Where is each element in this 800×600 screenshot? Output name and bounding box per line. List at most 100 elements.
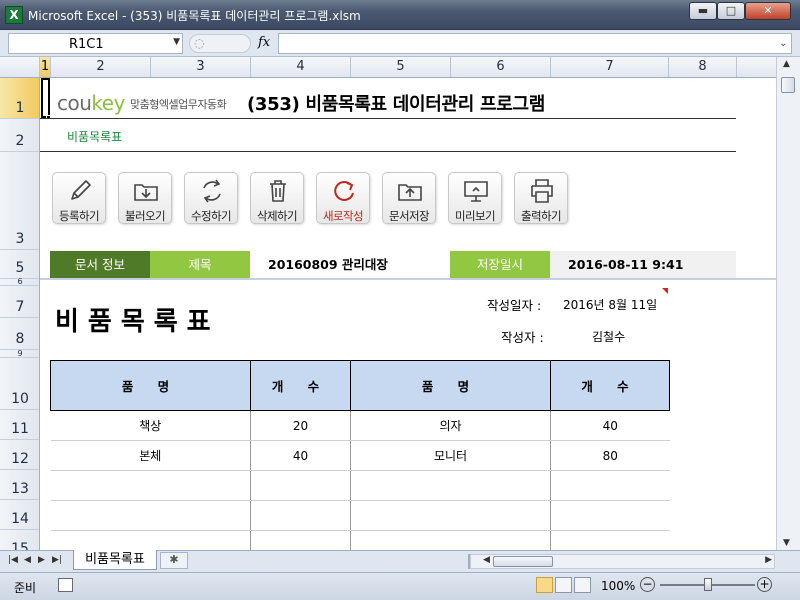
row-header[interactable]: 9 — [0, 349, 39, 358]
row-header[interactable]: 8 — [0, 318, 39, 350]
row-header[interactable]: 5 — [0, 250, 39, 279]
subject-value[interactable]: 20160809 관리대장 — [250, 251, 450, 278]
pencil-icon — [71, 180, 91, 200]
equipment-table: 품 명 개 수 품 명 개 수 책상 20 의자 40 본체 40 모니터 80 — [50, 360, 670, 550]
table-cell[interactable]: 모니터 — [350, 440, 551, 471]
formula-input[interactable] — [278, 33, 792, 54]
scroll-down-icon[interactable]: ▼ — [783, 538, 790, 548]
prev-sheet-icon[interactable]: ◀ — [24, 555, 31, 565]
insert-function-icon[interactable]: fx — [258, 35, 270, 50]
new-document-label: 새로작성 — [323, 209, 364, 223]
table-cell[interactable]: 40 — [550, 410, 670, 441]
column-header[interactable]: 7 — [551, 57, 669, 77]
column-header[interactable]: 2 — [51, 57, 151, 77]
row-header[interactable]: 15 — [0, 530, 39, 550]
table-cell[interactable] — [250, 530, 351, 550]
worksheet[interactable]: coukey 맞춤형엑셀업무자동화 (353) 비품목록표 데이터관리 프로그램… — [40, 78, 776, 550]
column-header[interactable]: 8 — [669, 57, 737, 77]
horizontal-scroll-thumb[interactable] — [493, 556, 553, 567]
load-button[interactable]: 불러오기 — [118, 172, 172, 224]
table-cell[interactable] — [250, 470, 351, 501]
record-macro-icon[interactable] — [58, 578, 73, 592]
row-header[interactable]: 1 — [0, 78, 39, 119]
first-sheet-icon[interactable]: |◀ — [8, 555, 18, 565]
table-cell[interactable] — [550, 530, 670, 550]
saved-date-value[interactable]: 2016-08-11 9:41 — [550, 251, 736, 278]
table-cell[interactable]: 본체 — [50, 440, 251, 471]
last-sheet-icon[interactable]: ▶| — [52, 555, 62, 565]
delete-button[interactable]: 삭제하기 — [250, 172, 304, 224]
edit-button[interactable]: 수정하기 — [184, 172, 238, 224]
name-box[interactable]: R1C1 ▼ — [8, 33, 183, 54]
page-layout-view-button[interactable] — [555, 577, 572, 593]
table-cell[interactable] — [50, 470, 251, 501]
monitor-icon — [464, 181, 488, 202]
table-row — [50, 530, 670, 550]
expand-formula-bar-icon[interactable]: ⌄ — [779, 38, 797, 49]
row-header[interactable]: 12 — [0, 440, 39, 470]
scroll-right-icon[interactable]: ▶ — [765, 555, 772, 565]
minimize-button[interactable]: ▬ — [689, 2, 717, 20]
insert-sheet-icon[interactable]: ✱ — [160, 552, 188, 569]
next-sheet-icon[interactable]: ▶ — [38, 555, 45, 565]
column-header[interactable]: 1 — [40, 57, 51, 77]
zoom-in-button[interactable]: + — [757, 577, 772, 592]
horizontal-scrollbar[interactable]: ◀ ▶ — [470, 554, 775, 569]
normal-view-button[interactable] — [536, 577, 553, 593]
formula-bar-grip[interactable]: ◌ — [189, 34, 251, 53]
table-cell[interactable] — [50, 500, 251, 531]
sheet-tab-active[interactable]: 비품목록표 — [73, 550, 157, 570]
row-header[interactable]: 2 — [0, 119, 39, 152]
save-document-button[interactable]: 문서저장 — [382, 172, 436, 224]
page-break-view-button[interactable] — [574, 577, 591, 593]
table-cell[interactable] — [350, 470, 551, 501]
scroll-left-icon[interactable]: ◀ — [483, 555, 490, 565]
row-header[interactable]: 6 — [0, 277, 39, 286]
table-cell[interactable] — [50, 530, 251, 550]
scroll-up-icon[interactable]: ▲ — [783, 59, 790, 69]
table-cell[interactable]: 40 — [250, 440, 351, 471]
vertical-scroll-thumb[interactable] — [781, 77, 795, 93]
table-cell[interactable]: 20 — [250, 410, 351, 441]
table-cell[interactable]: 책상 — [50, 410, 251, 441]
comment-indicator[interactable] — [662, 288, 668, 294]
row-divider — [40, 278, 776, 280]
new-document-button[interactable]: 새로작성 — [316, 172, 370, 224]
row-headers: 1 2 3 5 6 7 8 9 10 11 12 13 14 15 — [0, 78, 40, 550]
register-button[interactable]: 등록하기 — [52, 172, 106, 224]
maximize-button[interactable]: □ — [717, 2, 745, 20]
folder-download-icon — [134, 184, 158, 201]
column-header[interactable]: 5 — [351, 57, 451, 77]
close-button[interactable]: ✕ — [745, 2, 791, 20]
row-header[interactable]: 11 — [0, 410, 39, 440]
print-button[interactable]: 출력하기 — [514, 172, 568, 224]
row-header[interactable]: 10 — [0, 358, 39, 410]
zoom-slider-thumb[interactable] — [703, 578, 712, 591]
table-cell[interactable]: 의자 — [350, 410, 551, 441]
author-value[interactable]: 김철수 — [592, 328, 625, 345]
zoom-out-button[interactable]: − — [640, 577, 655, 592]
row-header[interactable]: 13 — [0, 470, 39, 500]
trash-icon — [270, 180, 286, 202]
excel-icon[interactable]: X — [5, 6, 23, 24]
row-header[interactable]: 3 — [0, 152, 39, 250]
table-cell[interactable] — [350, 530, 551, 550]
row-header[interactable]: 7 — [0, 286, 39, 318]
vertical-scrollbar[interactable]: ▲ ▼ — [776, 57, 800, 550]
column-header[interactable]: 4 — [251, 57, 351, 77]
table-cell[interactable] — [550, 500, 670, 531]
zoom-level[interactable]: 100% — [601, 579, 635, 593]
created-date-value[interactable]: 2016년 8월 11일 — [563, 296, 657, 313]
preview-button[interactable]: 미리보기 — [448, 172, 502, 224]
table-cell[interactable]: 80 — [550, 440, 670, 471]
chevron-down-icon[interactable]: ▼ — [173, 37, 180, 47]
table-cell[interactable] — [250, 500, 351, 531]
table-cell[interactable] — [550, 470, 670, 501]
table-row — [50, 470, 670, 501]
row-header[interactable]: 14 — [0, 500, 39, 530]
select-all-corner[interactable] — [0, 57, 40, 77]
table-header-row: 품 명 개 수 품 명 개 수 — [50, 360, 670, 411]
column-header[interactable]: 3 — [151, 57, 251, 77]
column-header[interactable]: 6 — [451, 57, 551, 77]
table-cell[interactable] — [350, 500, 551, 531]
